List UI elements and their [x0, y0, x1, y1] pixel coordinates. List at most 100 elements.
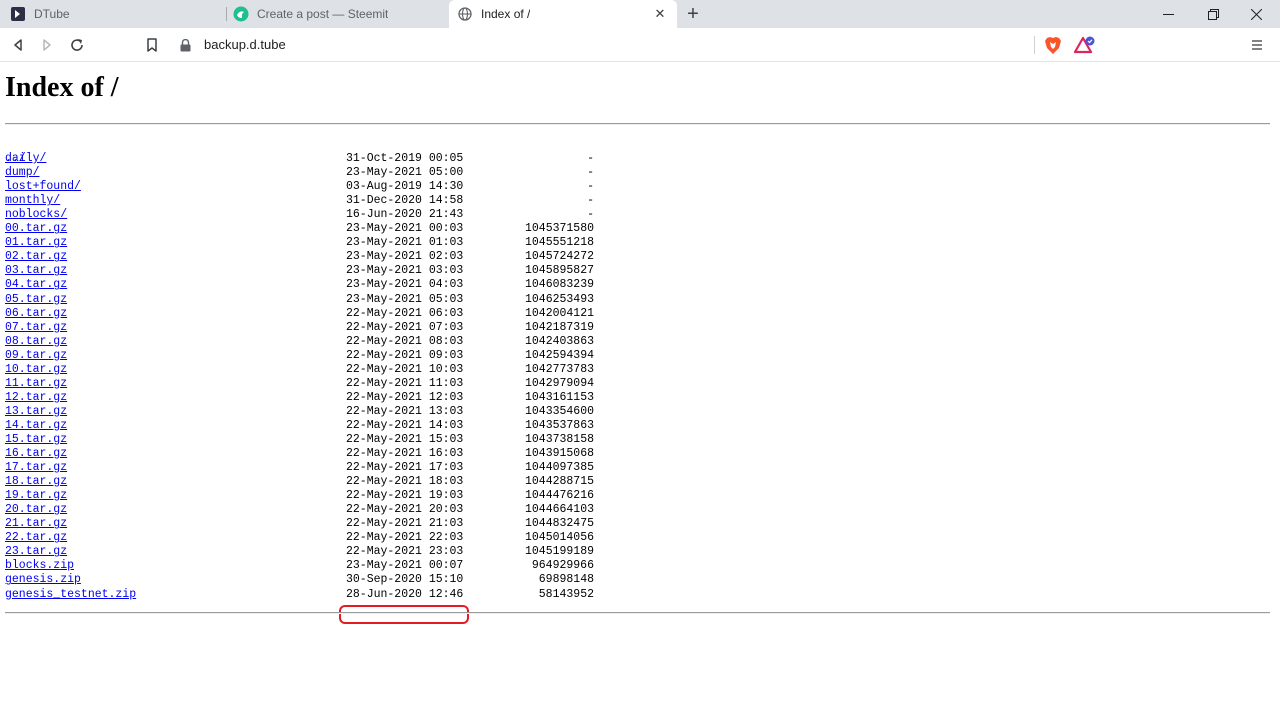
lock-icon[interactable]	[176, 33, 194, 57]
file-link[interactable]: 11.tar.gz	[5, 377, 67, 391]
file-link[interactable]: daily/	[5, 152, 46, 166]
file-size: 1043161153	[524, 390, 594, 404]
modified-date: 03-Aug-2019 14:30	[346, 180, 464, 194]
file-size: 1042979094	[524, 376, 594, 390]
bookmark-icon	[147, 38, 157, 52]
listing-row: 00.tar.gz 23-May-2021 00:03 1045371580	[5, 222, 594, 236]
modified-date: 30-Sep-2020 15:10	[346, 573, 464, 587]
modified-date: 22-May-2021 15:03	[346, 432, 464, 446]
file-link[interactable]: 01.tar.gz	[5, 236, 67, 250]
listing-row: 12.tar.gz 22-May-2021 12:03 1043161153	[5, 391, 594, 405]
listing-row: genesis.zip 30-Sep-2020 15:10 69898148	[5, 573, 594, 587]
file-link[interactable]: 00.tar.gz	[5, 222, 67, 236]
modified-date: 22-May-2021 20:03	[346, 503, 464, 517]
toolbar-divider	[1034, 36, 1035, 54]
modified-date: 23-May-2021 00:07	[346, 559, 464, 573]
tab-title: Create a post — Steemit	[257, 7, 389, 21]
bookmark-button[interactable]	[140, 33, 164, 57]
modified-date: 22-May-2021 07:03	[346, 320, 464, 334]
modified-date: 22-May-2021 12:03	[346, 390, 464, 404]
listing-row: dump/23-May-2021 05:00 -	[5, 166, 594, 180]
menu-button[interactable]	[1245, 33, 1269, 57]
file-size: 1043537863	[524, 418, 594, 432]
modified-date: 22-May-2021 14:03	[346, 418, 464, 432]
steemit-icon	[233, 6, 249, 22]
file-link[interactable]: 08.tar.gz	[5, 335, 67, 349]
file-link[interactable]: monthly/	[5, 194, 60, 208]
reload-icon	[71, 39, 83, 51]
file-size: 1045014056	[524, 531, 594, 545]
file-link[interactable]: noblocks/	[5, 208, 67, 222]
modified-date: 28-Jun-2020 12:46	[346, 587, 464, 601]
file-link[interactable]: lost+found/	[5, 180, 81, 194]
file-size: 1045724272	[524, 250, 594, 264]
modified-date: 23-May-2021 05:03	[346, 292, 464, 306]
file-size: -	[587, 152, 594, 166]
file-size: 1046083239	[524, 278, 594, 292]
file-link[interactable]: 12.tar.gz	[5, 391, 67, 405]
back-button[interactable]	[6, 33, 30, 57]
file-size: 1043354600	[524, 404, 594, 418]
listing-row: 09.tar.gz 22-May-2021 09:03 1042594394	[5, 349, 594, 363]
file-link[interactable]: 19.tar.gz	[5, 489, 67, 503]
file-link[interactable]: genesis_testnet.zip	[5, 588, 136, 602]
file-link[interactable]: 20.tar.gz	[5, 503, 67, 517]
reload-button[interactable]	[65, 33, 89, 57]
modified-date: 22-May-2021 22:03	[346, 531, 464, 545]
file-link[interactable]: 14.tar.gz	[5, 419, 67, 433]
new-tab-button[interactable]: +	[682, 3, 704, 25]
brave-shields-button[interactable]	[1041, 33, 1065, 57]
parent-directory-row: ../	[5, 138, 46, 165]
modified-date: 22-May-2021 09:03	[346, 348, 464, 362]
annotation-highlight-circle	[339, 605, 469, 624]
forward-icon	[43, 39, 51, 51]
file-link[interactable]: dump/	[5, 166, 40, 180]
tab-index[interactable]: Index of / ✕	[449, 0, 677, 28]
modified-date: 23-May-2021 05:00	[346, 166, 464, 180]
file-size: -	[587, 180, 594, 194]
file-link[interactable]: 17.tar.gz	[5, 461, 67, 475]
listing-row: 10.tar.gz 22-May-2021 10:03 1042773783	[5, 363, 594, 377]
file-link[interactable]: 02.tar.gz	[5, 250, 67, 264]
listing-row: 14.tar.gz 22-May-2021 14:03 1043537863	[5, 419, 594, 433]
file-size: -	[587, 194, 594, 208]
modified-date: 22-May-2021 18:03	[346, 475, 464, 489]
file-link[interactable]: 22.tar.gz	[5, 531, 67, 545]
file-link[interactable]: 10.tar.gz	[5, 363, 67, 377]
close-window-button[interactable]	[1233, 0, 1279, 28]
file-link[interactable]: 13.tar.gz	[5, 405, 67, 419]
listing-row: 05.tar.gz 23-May-2021 05:03 1046253493	[5, 293, 594, 307]
modified-date: 31-Oct-2019 00:05	[346, 152, 464, 166]
file-link[interactable]: 15.tar.gz	[5, 433, 67, 447]
file-link[interactable]: blocks.zip	[5, 559, 74, 573]
restore-button[interactable]	[1190, 0, 1236, 28]
file-link[interactable]: 21.tar.gz	[5, 517, 67, 531]
file-size: 1042773783	[524, 362, 594, 376]
file-link[interactable]: 05.tar.gz	[5, 293, 67, 307]
tab-dtube[interactable]: DTube	[0, 0, 226, 28]
close-tab-icon[interactable]: ✕	[653, 7, 667, 21]
file-link[interactable]: 03.tar.gz	[5, 264, 67, 278]
page-title: Index of /	[5, 72, 119, 103]
file-link[interactable]: 06.tar.gz	[5, 307, 67, 321]
file-size: 964929966	[531, 559, 594, 573]
file-link[interactable]: genesis.zip	[5, 573, 81, 587]
brave-rewards-button[interactable]	[1073, 33, 1097, 57]
file-link[interactable]: 09.tar.gz	[5, 349, 67, 363]
file-link[interactable]: 18.tar.gz	[5, 475, 67, 489]
file-link[interactable]: 23.tar.gz	[5, 545, 67, 559]
file-size: 1042004121	[524, 306, 594, 320]
file-link[interactable]: 16.tar.gz	[5, 447, 67, 461]
file-size: 1046253493	[524, 292, 594, 306]
forward-button[interactable]	[35, 33, 59, 57]
file-size: 1044288715	[524, 475, 594, 489]
listing-row: 17.tar.gz 22-May-2021 17:03 1044097385	[5, 461, 594, 475]
address-bar[interactable]: backup.d.tube	[204, 37, 286, 52]
file-size: 1045551218	[524, 236, 594, 250]
listing-row: 15.tar.gz 22-May-2021 15:03 1043738158	[5, 433, 594, 447]
file-link[interactable]: 04.tar.gz	[5, 278, 67, 292]
minimize-button[interactable]	[1145, 0, 1191, 28]
file-link[interactable]: 07.tar.gz	[5, 321, 67, 335]
listing-row: 21.tar.gz 22-May-2021 21:03 1044832475	[5, 517, 594, 531]
tab-steemit[interactable]: Create a post — Steemit	[227, 0, 449, 28]
